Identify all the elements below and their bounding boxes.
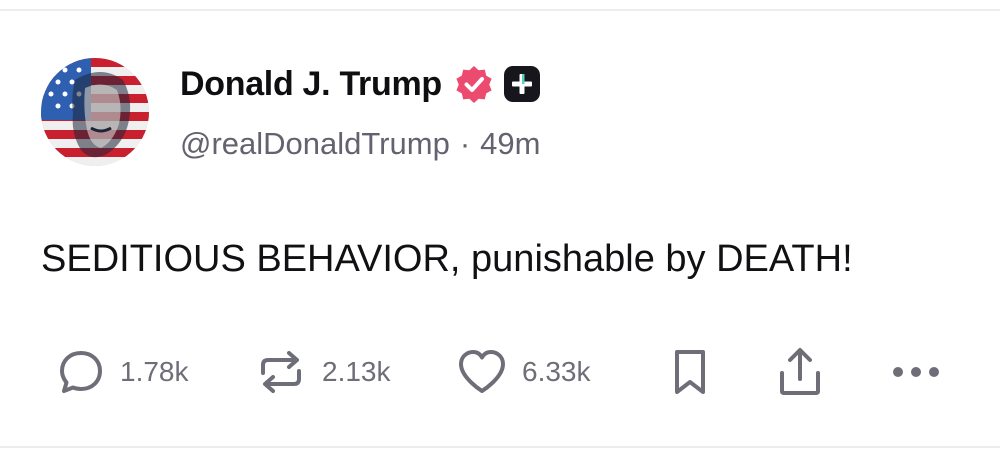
avatar[interactable] (41, 58, 149, 166)
bookmark-button[interactable] (668, 340, 712, 404)
repost-button[interactable]: 2.13k (254, 340, 391, 404)
reply-icon (60, 351, 102, 393)
more-options-button[interactable] (888, 340, 944, 404)
author-display-name[interactable]: Donald J. Trump (180, 65, 442, 104)
repost-icon (261, 351, 301, 393)
heart-icon (459, 350, 505, 393)
bottom-divider (0, 446, 1000, 448)
reply-button[interactable]: 1.78k (56, 340, 189, 404)
share-button[interactable] (774, 340, 826, 404)
like-button[interactable]: 6.33k (456, 340, 591, 404)
plus-icon (503, 66, 540, 102)
like-count: 6.33k (522, 356, 591, 387)
verified-check-icon (456, 66, 492, 103)
bookmark-icon (675, 350, 705, 394)
author-handle[interactable]: @realDonaldTrump (180, 126, 450, 162)
more-horizontal-icon (893, 367, 939, 377)
author-meta-row: @realDonaldTrump · 49m (180, 122, 540, 166)
repost-count: 2.13k (322, 356, 391, 387)
author-row: Donald J. Trump (180, 60, 540, 108)
post-timestamp[interactable]: 49m (480, 126, 540, 162)
share-icon (780, 348, 820, 395)
meta-separator: · (459, 126, 471, 161)
post-text: SEDITIOUS BEHAVIOR, punishable by DEATH! (41, 238, 853, 280)
top-divider (0, 9, 1000, 11)
post-actions-bar: 1.78k 2.13k 6.33k (0, 340, 1000, 404)
reply-count: 1.78k (120, 356, 189, 387)
